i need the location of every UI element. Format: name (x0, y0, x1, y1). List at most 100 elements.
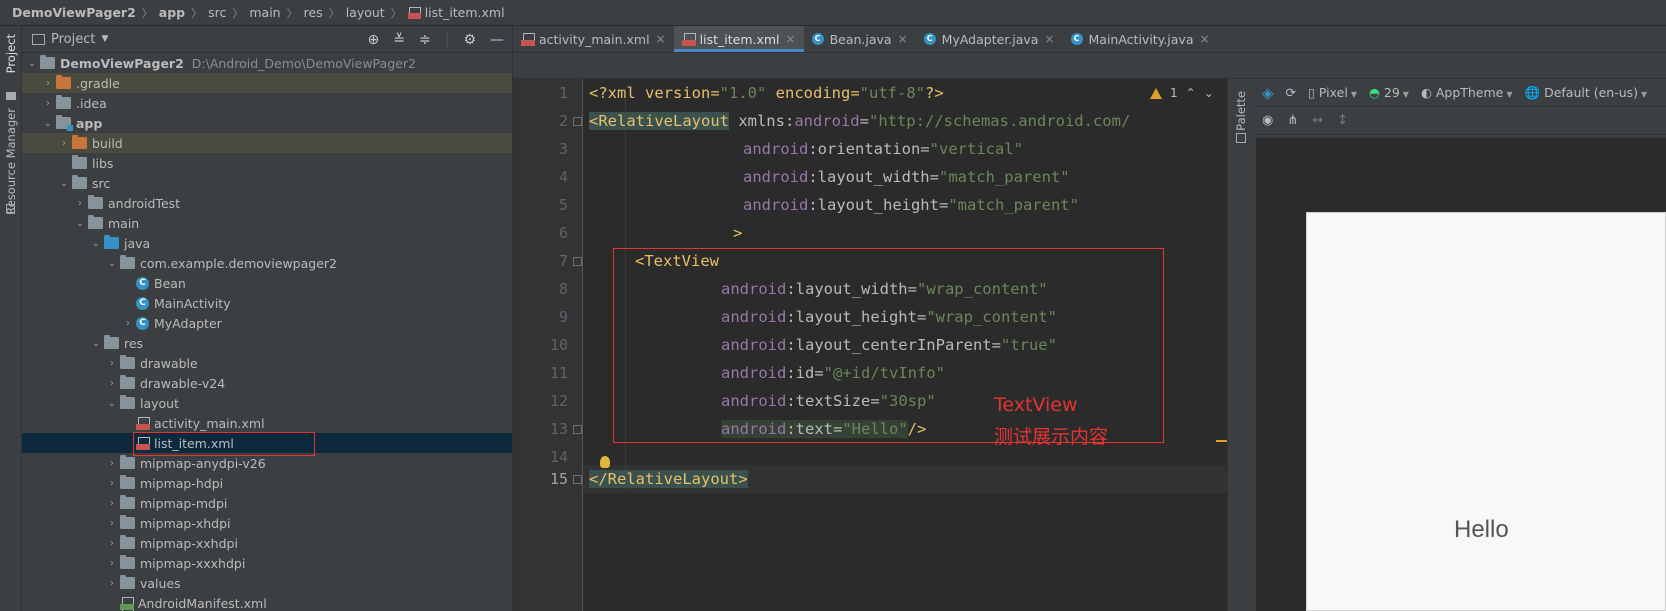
tree-item[interactable]: ⌄ com.example.demoviewpager2 (22, 253, 512, 273)
tree-item[interactable]: ⌄ res (22, 333, 512, 353)
fold-marker-icon[interactable] (573, 117, 582, 126)
chevron-right-icon[interactable]: › (120, 318, 136, 329)
inspection-widget[interactable]: 1 ⌃ ⌄ (1150, 86, 1214, 100)
locate-icon[interactable]: ⊕ (368, 32, 380, 48)
gear-icon[interactable]: ⚙ (463, 32, 476, 48)
tree-item[interactable]: ⌄ DemoViewPager2 D:\Android_Demo\DemoViewP… (22, 53, 512, 73)
tree-item[interactable]: › mipmap-xxxhdpi (22, 553, 512, 573)
project-view-selector[interactable]: Project (51, 32, 95, 47)
tab-my-adapter[interactable]: C MyAdapter.java × (916, 26, 1063, 52)
fold-marker-icon[interactable] (573, 425, 582, 434)
layers-icon[interactable]: ◈ (1262, 84, 1274, 102)
breadcrumb-app[interactable]: app (159, 5, 185, 20)
fold-marker-icon[interactable] (573, 257, 582, 266)
fold-marker-icon[interactable] (573, 475, 582, 484)
chevron-right-icon[interactable]: › (104, 518, 120, 529)
tree-item[interactable]: C Bean (22, 273, 512, 293)
close-icon[interactable]: × (898, 32, 908, 46)
chevron-right-icon[interactable]: › (104, 498, 120, 509)
chevron-up-icon[interactable]: ⌃ (1186, 86, 1196, 100)
tree-item[interactable]: › mipmap-mdpi (22, 493, 512, 513)
breadcrumb-file[interactable]: list_item.xml (425, 5, 505, 20)
breadcrumb-layout[interactable]: layout (346, 5, 385, 20)
chevron-down-icon[interactable]: ⌄ (40, 118, 56, 129)
horizontal-resize-icon[interactable]: ↔ (1312, 113, 1323, 128)
tab-bean[interactable]: C Bean.java × (804, 26, 916, 52)
tree-item[interactable]: › .idea (22, 93, 512, 113)
tree-item[interactable]: ⌄ java (22, 233, 512, 253)
chevron-down-icon[interactable]: ⌄ (104, 258, 120, 269)
palette-tab[interactable]: Palette (1234, 91, 1248, 131)
tree-item-label: MainActivity (154, 295, 231, 311)
close-icon[interactable]: × (1044, 32, 1054, 46)
project-tool-tab[interactable]: Project (4, 34, 18, 73)
chevron-right-icon[interactable]: › (104, 478, 120, 489)
chevron-down-icon[interactable]: ⌄ (88, 338, 104, 349)
chevron-right-icon[interactable]: › (104, 558, 120, 569)
chevron-right-icon[interactable]: › (104, 578, 120, 589)
tree-item[interactable]: › androidTest (22, 193, 512, 213)
api-selector[interactable]: ◓ 29 ▼ (1369, 85, 1409, 100)
breadcrumb-project[interactable]: DemoViewPager2 (12, 5, 136, 20)
tree-item[interactable]: ⌄ layout (22, 393, 512, 413)
tree-item[interactable]: › values (22, 573, 512, 593)
tree-item[interactable]: › drawable (22, 353, 512, 373)
tree-item[interactable]: › C MyAdapter (22, 313, 512, 333)
chevron-right-icon[interactable]: › (104, 358, 120, 369)
chevron-right-icon[interactable]: › (72, 198, 88, 209)
tab-list-item[interactable]: list_item.xml × (673, 26, 804, 52)
tree-item[interactable]: ⌄ main (22, 213, 512, 233)
tree-item[interactable]: ⌄ src (22, 173, 512, 193)
chevron-down-icon[interactable]: ⌄ (24, 58, 40, 69)
tab-main-activity[interactable]: C MainActivity.java × (1063, 26, 1218, 52)
chevron-right-icon[interactable]: › (104, 538, 120, 549)
chevron-down-icon[interactable]: ⌄ (88, 238, 104, 249)
orientation-icon[interactable]: ⟳ (1286, 85, 1296, 100)
tab-activity-main[interactable]: activity_main.xml × (513, 26, 674, 52)
chevron-down-icon[interactable]: ⌄ (104, 398, 120, 409)
chevron-right-icon[interactable]: › (56, 138, 72, 149)
folder-icon (40, 55, 55, 69)
chevron-down-icon[interactable]: ⌄ (1204, 86, 1214, 100)
resource-manager-tab[interactable]: Resource Manager (4, 108, 18, 215)
breadcrumb-src[interactable]: src (208, 5, 226, 20)
breadcrumb-res[interactable]: res (304, 5, 323, 20)
breadcrumb-main[interactable]: main (249, 5, 280, 20)
tree-item[interactable]: › mipmap-xxhdpi (22, 533, 512, 553)
tree-item[interactable]: activity_main.xml (22, 413, 512, 433)
theme-selector[interactable]: ◐ AppTheme ▼ (1421, 85, 1513, 100)
locale-selector[interactable]: 🌐 Default (en-us) ▼ (1525, 85, 1648, 101)
close-icon[interactable]: × (656, 32, 666, 46)
device-preview[interactable] (1306, 212, 1666, 611)
hide-icon[interactable]: — (490, 32, 504, 48)
chevron-right-icon[interactable]: › (104, 458, 120, 469)
magnet-icon[interactable]: ⋔ (1287, 113, 1298, 128)
lightbulb-icon[interactable] (600, 456, 610, 468)
preview-textview[interactable]: Hello (1454, 516, 1509, 544)
tree-item[interactable]: › mipmap-xhdpi (22, 513, 512, 533)
collapse-all-icon[interactable]: ≑ (419, 32, 431, 48)
manifest-file-icon (120, 596, 134, 611)
dropdown-arrow-icon[interactable]: ▼ (101, 34, 108, 44)
close-icon[interactable]: × (1199, 32, 1209, 46)
chevron-down-icon[interactable]: ⌄ (56, 178, 72, 189)
tree-item[interactable]: › .gradle (22, 73, 512, 93)
vertical-resize-icon[interactable]: ↕ (1337, 113, 1348, 128)
chevron-down-icon[interactable]: ⌄ (72, 218, 88, 229)
tree-item[interactable]: ⌄ app (22, 113, 512, 133)
tree-item[interactable]: › build (22, 133, 512, 153)
tree-item[interactable]: libs (22, 153, 512, 173)
eye-icon[interactable]: ◉ (1262, 113, 1273, 128)
code-line-5: android:layout_height="match_parent" (743, 196, 1079, 214)
tree-item[interactable]: › mipmap-hdpi (22, 473, 512, 493)
chevron-right-icon[interactable]: › (40, 98, 56, 109)
chevron-right-icon[interactable]: › (40, 78, 56, 89)
device-selector[interactable]: ▯ Pixel ▼ (1308, 85, 1357, 100)
tree-item[interactable]: › drawable-v24 (22, 373, 512, 393)
expand-all-icon[interactable]: ≚ (393, 32, 405, 48)
tree-item[interactable]: AndroidManifest.xml (22, 593, 512, 611)
chevron-right-icon[interactable]: › (104, 378, 120, 389)
tree-item[interactable]: C MainActivity (22, 293, 512, 313)
tree-item[interactable]: › mipmap-anydpi-v26 (22, 453, 512, 473)
close-icon[interactable]: × (786, 32, 796, 46)
